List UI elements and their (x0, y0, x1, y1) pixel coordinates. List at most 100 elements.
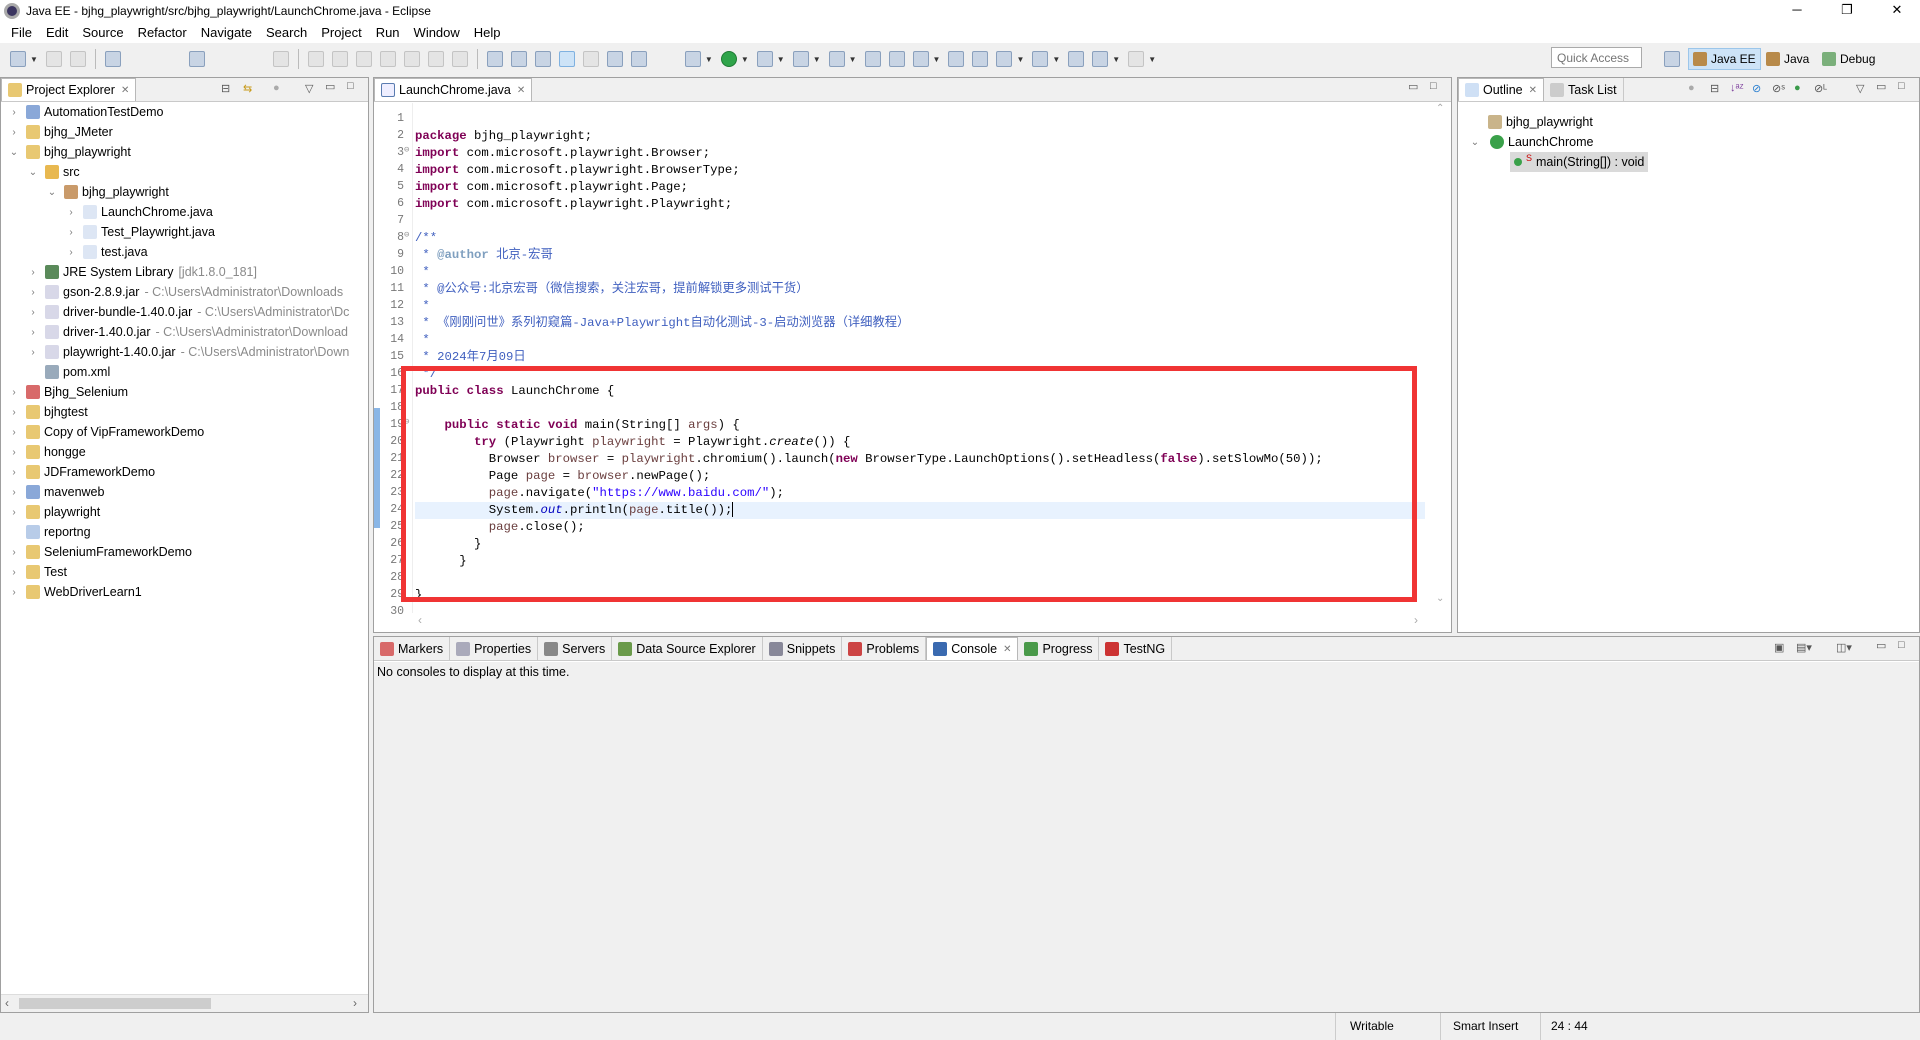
chevron-right-icon[interactable]: › (7, 427, 21, 438)
code-line[interactable]: * @公众号:北京宏哥（微信搜索，关注宏哥，提前解锁更多测试干货） (415, 281, 808, 298)
breadcrumb-icon[interactable] (582, 51, 599, 67)
fold-icon[interactable]: ⊖ (404, 145, 409, 155)
tab-problems[interactable]: Problems (842, 637, 927, 660)
suspend-icon[interactable] (331, 51, 348, 67)
open-console-icon[interactable]: ◫▾ (1836, 641, 1852, 654)
minimize-view-icon[interactable]: ▭ (1876, 80, 1886, 93)
tree-item[interactable]: › gson-2.8.9.jar - C:\Users\Administrator\… (26, 282, 343, 302)
menu-refactor[interactable]: Refactor (131, 25, 194, 40)
terminal-icon[interactable] (188, 51, 205, 67)
debug-icon[interactable] (684, 51, 701, 67)
code-line[interactable]: * (415, 332, 429, 349)
chevron-right-icon[interactable]: › (26, 327, 40, 338)
maximize-view-icon[interactable]: □ (1898, 80, 1905, 92)
step-return-icon[interactable] (451, 51, 468, 67)
menu-file[interactable]: File (4, 25, 39, 40)
tree-item[interactable]: › driver-bundle-1.40.0.jar - C:\Users\Admi… (26, 302, 349, 322)
open-task-icon[interactable] (888, 51, 905, 67)
display-console-icon[interactable]: ▤▾ (1796, 641, 1812, 654)
scroll-right-icon[interactable]: › (353, 996, 357, 1010)
next-annotation-icon[interactable] (996, 51, 1013, 67)
chevron-right-icon[interactable]: › (7, 547, 21, 558)
chevron-right-icon[interactable]: › (64, 247, 78, 258)
use-step-filters-icon[interactable] (510, 51, 527, 67)
hide-nonpublic-icon[interactable]: ● (1794, 82, 1801, 94)
chevron-down-icon[interactable]: ⌄ (1468, 137, 1482, 148)
tab-launchchrome-java[interactable]: LaunchChrome.java ✕ (374, 78, 533, 101)
terminate-icon[interactable] (355, 51, 372, 67)
class-dropdown-icon[interactable]: ▼ (849, 55, 857, 64)
chevron-right-icon[interactable]: › (7, 507, 21, 518)
tree-item[interactable]: › WebDriverLearn1 (7, 582, 142, 602)
tab-outline[interactable]: Outline ✕ (1458, 78, 1544, 101)
tree-item[interactable]: › driver-1.40.0.jar - C:\Users\Administrat… (26, 322, 348, 342)
collapse-all-icon[interactable]: ⊟ (221, 82, 230, 95)
hide-fields-icon[interactable]: ⊘ (1752, 82, 1761, 95)
outline-item-method[interactable]: Smain(String[]) : void (1510, 152, 1649, 172)
code-line[interactable]: import com.microsoft.playwright.Page; (415, 179, 688, 196)
tree-item[interactable]: › Bjhg_Selenium (7, 382, 128, 402)
chevron-right-icon[interactable]: › (64, 207, 78, 218)
chevron-right-icon[interactable]: › (26, 347, 40, 358)
chevron-right-icon[interactable]: › (7, 567, 21, 578)
code-line[interactable]: * 2024年7月09日 (415, 349, 525, 366)
tree-item[interactable]: reportng (7, 522, 91, 542)
chevron-right-icon[interactable]: › (7, 447, 21, 458)
resume-icon[interactable] (307, 51, 324, 67)
scroll-down-icon[interactable]: ⌄ (1436, 593, 1444, 604)
chevron-right-icon[interactable]: › (64, 227, 78, 238)
horizontal-scrollbar[interactable]: ‹ › (414, 613, 1434, 631)
collapse-all-icon[interactable]: ⊟ (1710, 82, 1719, 95)
chevron-down-icon[interactable]: ⌄ (7, 147, 21, 158)
quick-access-input[interactable] (1551, 47, 1642, 68)
back-dropdown-icon[interactable]: ▼ (1112, 55, 1120, 64)
open-type-icon[interactable] (534, 51, 551, 67)
chevron-right-icon[interactable]: › (7, 487, 21, 498)
search-icon[interactable] (912, 51, 929, 67)
tree-item[interactable]: › LaunchChrome.java (64, 202, 213, 222)
close-icon[interactable]: ✕ (1003, 644, 1011, 655)
tree-item[interactable]: ⌄ src (26, 162, 80, 182)
scrollbar-thumb[interactable] (19, 998, 211, 1009)
chevron-right-icon[interactable]: › (7, 467, 21, 478)
menu-edit[interactable]: Edit (39, 25, 75, 40)
tree-item[interactable]: › JRE System Library [jdk1.8.0_181] (26, 262, 257, 282)
chevron-right-icon[interactable]: › (7, 127, 21, 138)
code-line[interactable]: /** (415, 230, 437, 247)
open-perspective-icon[interactable] (1664, 51, 1680, 67)
tree-item[interactable]: › hongge (7, 442, 86, 462)
search-dropdown-icon[interactable]: ▼ (933, 55, 941, 64)
outline-item-package[interactable]: bjhg_playwright (1488, 112, 1593, 132)
maximize-view-icon[interactable]: □ (1430, 80, 1437, 92)
last-edit-icon[interactable] (1068, 51, 1085, 67)
open-folder-icon[interactable] (864, 51, 881, 67)
coverage-icon[interactable] (756, 51, 773, 67)
minimize-view-icon[interactable]: ▭ (1408, 80, 1418, 93)
binary-icon[interactable] (104, 51, 121, 67)
chevron-right-icon[interactable]: › (26, 267, 40, 278)
close-icon[interactable]: ✕ (121, 85, 129, 96)
tab-data-source-explorer[interactable]: Data Source Explorer (612, 637, 763, 660)
view-menu-icon[interactable]: ▽ (1856, 82, 1864, 95)
menu-source[interactable]: Source (75, 25, 130, 40)
tree-item[interactable]: › Test (7, 562, 67, 582)
prev-annotation-dropdown-icon[interactable]: ▼ (1052, 55, 1060, 64)
prev-annotation-icon[interactable] (1032, 51, 1049, 67)
tree-item[interactable]: › Test_Playwright.java (64, 222, 215, 242)
tab-testng[interactable]: TestNG (1099, 637, 1173, 660)
perspective-debug[interactable]: Debug (1818, 48, 1879, 70)
tree-item[interactable]: ⌄ bjhg_playwright (45, 182, 169, 202)
tree-item[interactable]: ⌄ bjhg_playwright (7, 142, 131, 162)
perspective-java[interactable]: Java (1762, 48, 1813, 70)
tree-item[interactable]: › AutomationTestDemo (7, 102, 164, 122)
code-line[interactable]: import com.microsoft.playwright.Playwrig… (415, 196, 732, 213)
chevron-down-icon[interactable]: ⌄ (45, 187, 59, 198)
hide-local-types-icon[interactable]: ⊘ᴸ (1814, 82, 1827, 95)
code-line[interactable]: import com.microsoft.playwright.Browser; (415, 145, 710, 162)
tree-item[interactable]: › bjhg_JMeter (7, 122, 113, 142)
scroll-left-icon[interactable]: ‹ (5, 996, 9, 1010)
scroll-right-icon[interactable]: › (1414, 613, 1418, 627)
drop-to-frame-icon[interactable] (486, 51, 503, 67)
tab-console[interactable]: Console ✕ (926, 637, 1019, 660)
hide-static-icon[interactable]: ⊘ˢ (1772, 82, 1785, 95)
